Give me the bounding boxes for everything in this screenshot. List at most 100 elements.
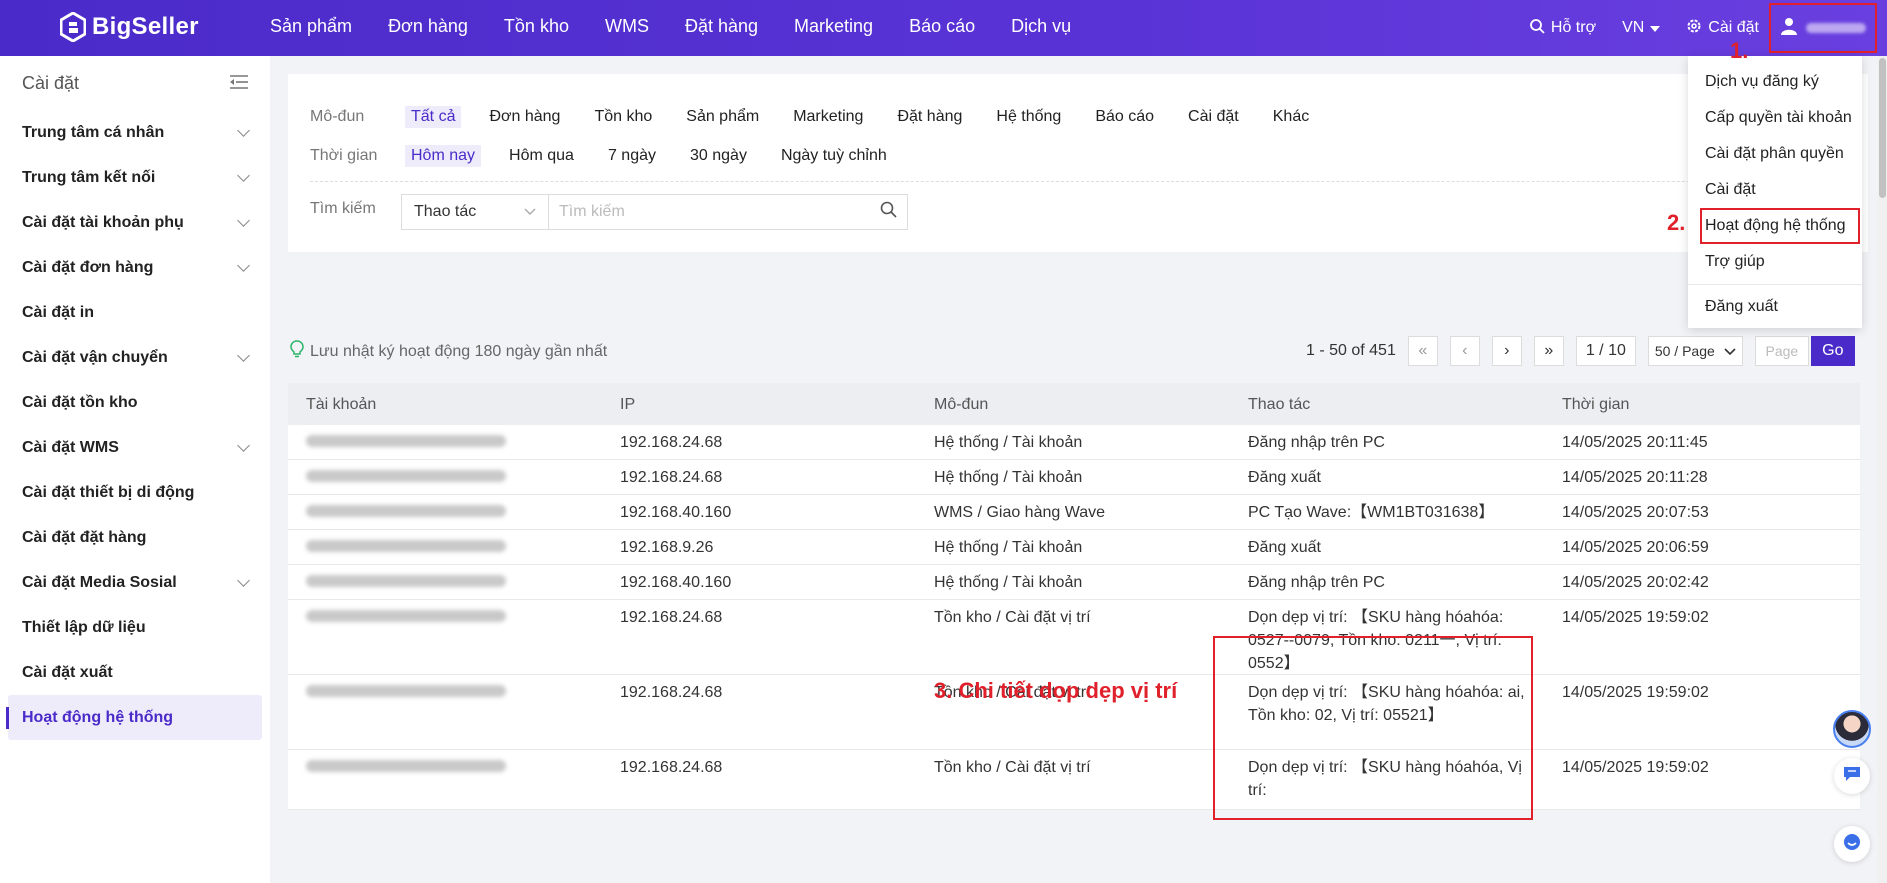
user-menu-item[interactable]: Dịch vụ đăng ký xyxy=(1688,64,1862,100)
module-filter-option[interactable]: Marketing xyxy=(787,106,869,128)
ip-cell: 192.168.24.68 xyxy=(620,609,723,626)
sidebar-item[interactable]: Cài đặt thiết bị di động xyxy=(0,470,270,515)
page-size-select[interactable]: 50 / Page xyxy=(1647,336,1743,366)
lightbulb-icon xyxy=(290,340,304,363)
sidebar-item-label: Trung tâm kết nối xyxy=(22,168,156,186)
sidebar-item[interactable]: Cài đặt WMS xyxy=(0,425,270,470)
pagination: 1 - 50 of 451 « ‹ › » 1 / 10 50 / Page P… xyxy=(1306,336,1855,366)
sidebar-item[interactable]: Trung tâm kết nối xyxy=(0,155,270,200)
user-menu-item[interactable]: Hoạt động hệ thống xyxy=(1700,208,1860,244)
sidebar-item[interactable]: Cài đặt Media Sosial xyxy=(0,560,270,605)
sidebar-item[interactable]: Hoạt động hệ thống xyxy=(6,695,262,740)
module-filter-option[interactable]: Đơn hàng xyxy=(483,106,566,128)
nav-marketing[interactable]: Marketing xyxy=(794,16,873,37)
module-filter-option[interactable]: Tất cả xyxy=(405,106,462,128)
scrollbar-thumb[interactable] xyxy=(1879,58,1886,198)
module-filter-option[interactable]: Hệ thống xyxy=(990,106,1067,128)
user-menu-item[interactable]: Cài đặt xyxy=(1688,172,1862,208)
module-filter-option[interactable]: Báo cáo xyxy=(1089,106,1160,128)
nav-services[interactable]: Dịch vụ xyxy=(1011,16,1071,37)
search-type-value: Thao tác xyxy=(414,203,477,220)
table-row: 192.168.40.160 Hệ thống / Tài khoản Đăng n… xyxy=(288,565,1860,600)
first-page-button[interactable]: « xyxy=(1407,336,1438,366)
support-link[interactable]: Hỗ trợ xyxy=(1529,18,1596,39)
time-cell: 14/05/2025 19:59:02 xyxy=(1562,684,1709,701)
search-type-select[interactable]: Thao tác xyxy=(401,194,549,230)
user-account-button[interactable] xyxy=(1769,3,1877,53)
go-button[interactable]: Go xyxy=(1810,336,1855,366)
nav-purchase[interactable]: Đặt hàng xyxy=(685,16,758,37)
settings-link[interactable]: Cài đặt xyxy=(1686,18,1759,39)
operation-detail-highlight xyxy=(1213,636,1533,820)
activity-log-table: Tài khoản IP Mô-đun Thao tác Thời gian 1… xyxy=(288,383,1860,810)
nav-wms[interactable]: WMS xyxy=(605,16,649,37)
module-filter-option[interactable]: Sản phẩm xyxy=(680,106,765,128)
time-filter-option[interactable]: 7 ngày xyxy=(602,145,662,167)
nav-reports[interactable]: Báo cáo xyxy=(909,16,975,37)
feedback-button[interactable] xyxy=(1834,826,1870,862)
sidebar-item[interactable]: Cài đặt tồn kho xyxy=(0,380,270,425)
time-filter-option[interactable]: Ngày tuỳ chỉnh xyxy=(775,145,893,167)
sidebar-item[interactable]: Cài đặt đơn hàng xyxy=(0,245,270,290)
main-menu: Sản phẩm Đơn hàng Tồn kho WMS Đặt hàng M… xyxy=(270,16,1107,37)
search-label-row: Tìm kiếm xyxy=(310,200,405,218)
module-cell: Hệ thống / Tài khoản xyxy=(934,574,1083,591)
settings-sidebar: Cài đặt Trung tâm cá nhân Trung tâm kết n… xyxy=(0,56,270,883)
time-filter-option[interactable]: 30 ngày xyxy=(684,145,753,167)
module-filter-option[interactable]: Tồn kho xyxy=(588,106,658,128)
account-cell xyxy=(288,565,602,599)
sidebar-item[interactable]: Trung tâm cá nhân xyxy=(0,110,270,155)
time-filter-option[interactable]: Hôm qua xyxy=(503,145,580,167)
user-menu-item[interactable]: Cài đặt phân quyền xyxy=(1688,136,1862,172)
prev-page-button[interactable]: ‹ xyxy=(1449,336,1480,366)
time-filter-option[interactable]: Hôm nay xyxy=(405,145,482,167)
module-cell: Tồn kho / Cài đặt vị trí xyxy=(934,609,1091,626)
sidebar-item-label: Cài đặt in xyxy=(22,303,95,321)
sidebar-item[interactable]: Cài đặt xuất xyxy=(0,650,270,695)
operation-cell: PC Tạo Wave:【WM1BT031638】 xyxy=(1248,504,1495,521)
module-filter-option[interactable]: Đặt hàng xyxy=(891,106,968,128)
brand-logo[interactable]: BigSeller xyxy=(59,11,199,43)
search-input[interactable]: Tìm kiếm xyxy=(548,194,908,230)
time-filter-row: Thời gian Hôm nay Hôm qua 7 ngày 30 ngày Ngà… xyxy=(310,145,915,167)
module-filter-option[interactable]: Cài đặt xyxy=(1182,106,1245,128)
sidebar-item-label: Cài đặt WMS xyxy=(22,438,119,456)
user-menu-item[interactable]: Trợ giúp xyxy=(1688,244,1862,280)
support-agent-avatar[interactable] xyxy=(1833,710,1871,748)
annotation-step-3: 3. Chi tiết dọp dẹp vị trí xyxy=(934,678,1178,703)
chevron-left-icon: ‹ xyxy=(1462,342,1468,359)
logout-item[interactable]: Đăng xuất xyxy=(1688,289,1862,325)
sidebar-item[interactable]: Cài đặt in xyxy=(0,290,270,335)
collapse-sidebar-icon[interactable] xyxy=(230,73,248,94)
sidebar-item[interactable]: Cài đặt đặt hàng xyxy=(0,515,270,560)
nav-products[interactable]: Sản phẩm xyxy=(270,16,352,37)
language-select[interactable]: VN xyxy=(1622,19,1661,37)
log-retention-info: Lưu nhật ký hoạt động 180 ngày gần nhất xyxy=(290,340,607,363)
nav-orders[interactable]: Đơn hàng xyxy=(388,16,468,37)
sidebar-item[interactable]: Cài đặt tài khoản phụ xyxy=(0,200,270,245)
page-jump-input[interactable]: Page xyxy=(1754,336,1809,366)
chat-icon xyxy=(1843,766,1861,786)
sidebar-item[interactable]: Cài đặt vận chuyển xyxy=(0,335,270,380)
operation-cell: Đăng nhập trên PC xyxy=(1248,574,1385,591)
caret-down-icon xyxy=(1650,19,1661,37)
chat-button[interactable] xyxy=(1834,758,1870,794)
nav-inventory[interactable]: Tồn kho xyxy=(504,16,569,37)
user-menu-item[interactable]: Cấp quyền tài khoản xyxy=(1688,100,1862,136)
chevron-down-icon xyxy=(237,123,250,137)
next-page-button[interactable]: › xyxy=(1491,336,1522,366)
sidebar-item-label: Cài đặt xuất xyxy=(22,663,113,681)
sidebar-item-label: Hoạt động hệ thống xyxy=(22,708,174,726)
blurred-account-email xyxy=(306,505,506,517)
search-icon[interactable] xyxy=(880,201,897,223)
ip-cell: 192.168.40.160 xyxy=(620,574,732,591)
last-page-button[interactable]: » xyxy=(1533,336,1564,366)
sidebar-item[interactable]: Thiết lập dữ liệu xyxy=(0,605,270,650)
module-cell: Tồn kho / Cài đặt vị trí xyxy=(934,759,1091,776)
sidebar-item-label: Thiết lập dữ liệu xyxy=(22,618,146,636)
module-cell: Hệ thống / Tài khoản xyxy=(934,434,1083,451)
page-scrollbar[interactable] xyxy=(1878,56,1887,883)
module-filter-option[interactable]: Khác xyxy=(1267,106,1315,128)
user-dropdown-menu: Dịch vụ đăng ký Cấp quyền tài khoản Cài đặ… xyxy=(1688,56,1862,328)
account-cell xyxy=(288,460,602,494)
